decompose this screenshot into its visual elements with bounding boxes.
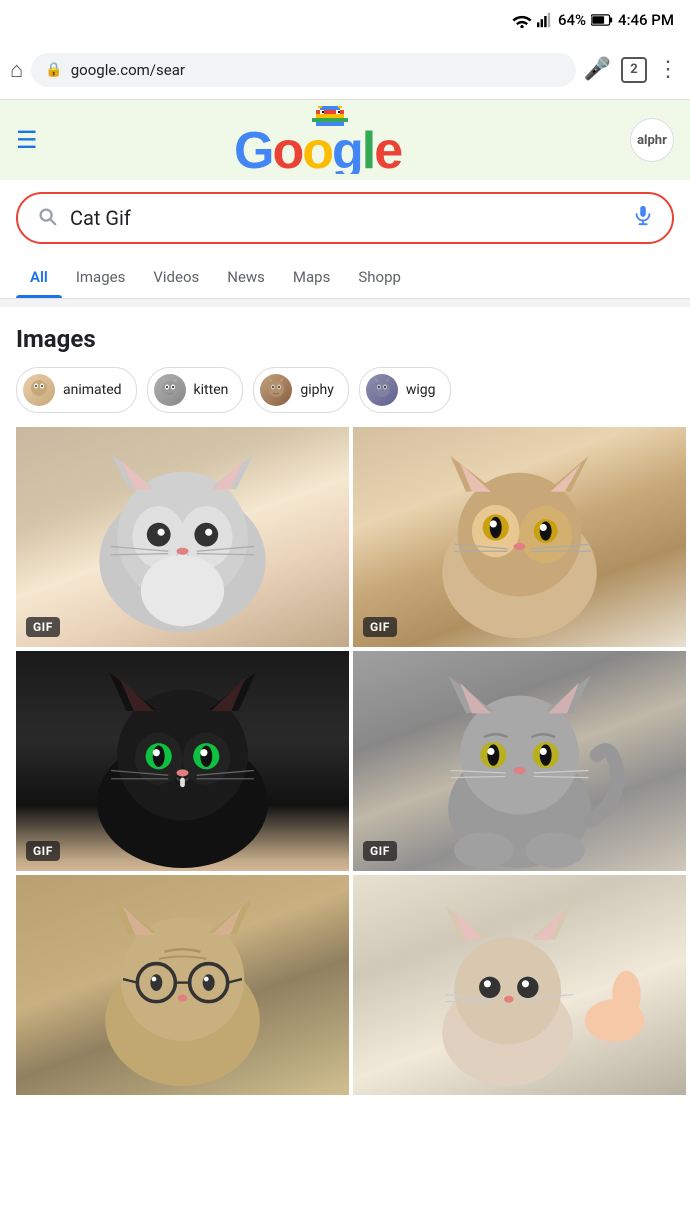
cat-image-4 <box>353 651 686 871</box>
chip-avatar-giphy <box>260 374 292 406</box>
cat-image-3 <box>16 651 349 871</box>
tab-images[interactable]: Images <box>62 256 140 298</box>
microphone-icon[interactable]: 🎤 <box>584 57 611 82</box>
google-logo-svg: Google <box>234 106 434 174</box>
cat-image-2 <box>353 427 686 647</box>
image-cell-2[interactable]: GIF <box>353 427 686 647</box>
section-divider <box>0 299 690 307</box>
chip-avatar-animated <box>23 374 55 406</box>
user-avatar[interactable]: alphr <box>630 118 674 162</box>
filter-chip-animated[interactable]: animated <box>16 367 137 413</box>
filter-chips: animated kitten <box>16 367 674 427</box>
chip-avatar-wiggle <box>366 374 398 406</box>
more-options-icon[interactable]: ⋮ <box>657 57 680 82</box>
tab-maps[interactable]: Maps <box>279 256 344 298</box>
wifi-icon <box>512 12 532 28</box>
image-cell-4[interactable]: GIF <box>353 651 686 871</box>
search-tabs: All Images Videos News Maps Shopp <box>0 256 690 299</box>
google-header: ☰ Google <box>0 100 690 180</box>
search-icon <box>36 205 58 232</box>
tab-news[interactable]: News <box>213 256 279 298</box>
battery-icon <box>591 14 613 26</box>
filter-chip-giphy[interactable]: giphy <box>253 367 348 413</box>
tab-count-button[interactable]: 2 <box>621 57 647 83</box>
google-logo: Google <box>234 106 434 174</box>
chip-avatar-kitten <box>154 374 186 406</box>
chip-label-animated: animated <box>63 382 122 398</box>
image-cell-3[interactable]: GIF <box>16 651 349 871</box>
search-input[interactable]: Cat Gif <box>70 206 620 230</box>
image-cell-5[interactable] <box>16 875 349 1095</box>
tab-videos[interactable]: Videos <box>139 256 213 298</box>
address-text: google.com/sear <box>71 61 562 79</box>
gif-badge-4: GIF <box>363 841 397 861</box>
chip-label-kitten: kitten <box>194 382 229 398</box>
image-grid: GIF <box>0 427 690 1095</box>
filter-chip-kitten[interactable]: kitten <box>147 367 244 413</box>
search-bar[interactable]: Cat Gif <box>16 192 674 244</box>
cat-image-1 <box>16 427 349 647</box>
section-title: Images <box>16 307 674 367</box>
status-bar: 64% 4:46 PM <box>0 0 690 40</box>
voice-search-icon[interactable] <box>632 204 654 232</box>
status-icons: 64% 4:46 PM <box>512 11 674 29</box>
gif-badge-2: GIF <box>363 617 397 637</box>
search-bar-container: Cat Gif <box>0 180 690 256</box>
cat-image-5 <box>16 875 349 1095</box>
lock-icon: 🔒 <box>45 62 62 78</box>
gif-badge-1: GIF <box>26 617 60 637</box>
svg-text:Google: Google <box>234 122 402 174</box>
browser-actions: 🎤 2 ⋮ <box>584 57 680 83</box>
browser-chrome: ⌂ 🔒 google.com/sear 🎤 2 ⋮ <box>0 40 690 100</box>
chip-label-giphy: giphy <box>300 382 333 398</box>
signal-icon <box>537 12 553 28</box>
tab-all[interactable]: All <box>16 256 62 298</box>
image-cell-6[interactable] <box>353 875 686 1095</box>
filter-chip-wiggle[interactable]: wigg <box>359 367 451 413</box>
chip-label-wiggle: wigg <box>406 382 436 398</box>
battery-text: 64% <box>558 11 586 29</box>
time-text: 4:46 PM <box>618 11 674 29</box>
cat-image-6 <box>353 875 686 1095</box>
hamburger-menu-icon[interactable]: ☰ <box>16 126 38 154</box>
home-icon[interactable]: ⌂ <box>10 57 23 83</box>
gif-badge-3: GIF <box>26 841 60 861</box>
tab-shopping[interactable]: Shopp <box>344 256 415 298</box>
image-cell-1[interactable]: GIF <box>16 427 349 647</box>
images-section: Images animated <box>0 307 690 427</box>
address-bar[interactable]: 🔒 google.com/sear <box>31 53 575 87</box>
